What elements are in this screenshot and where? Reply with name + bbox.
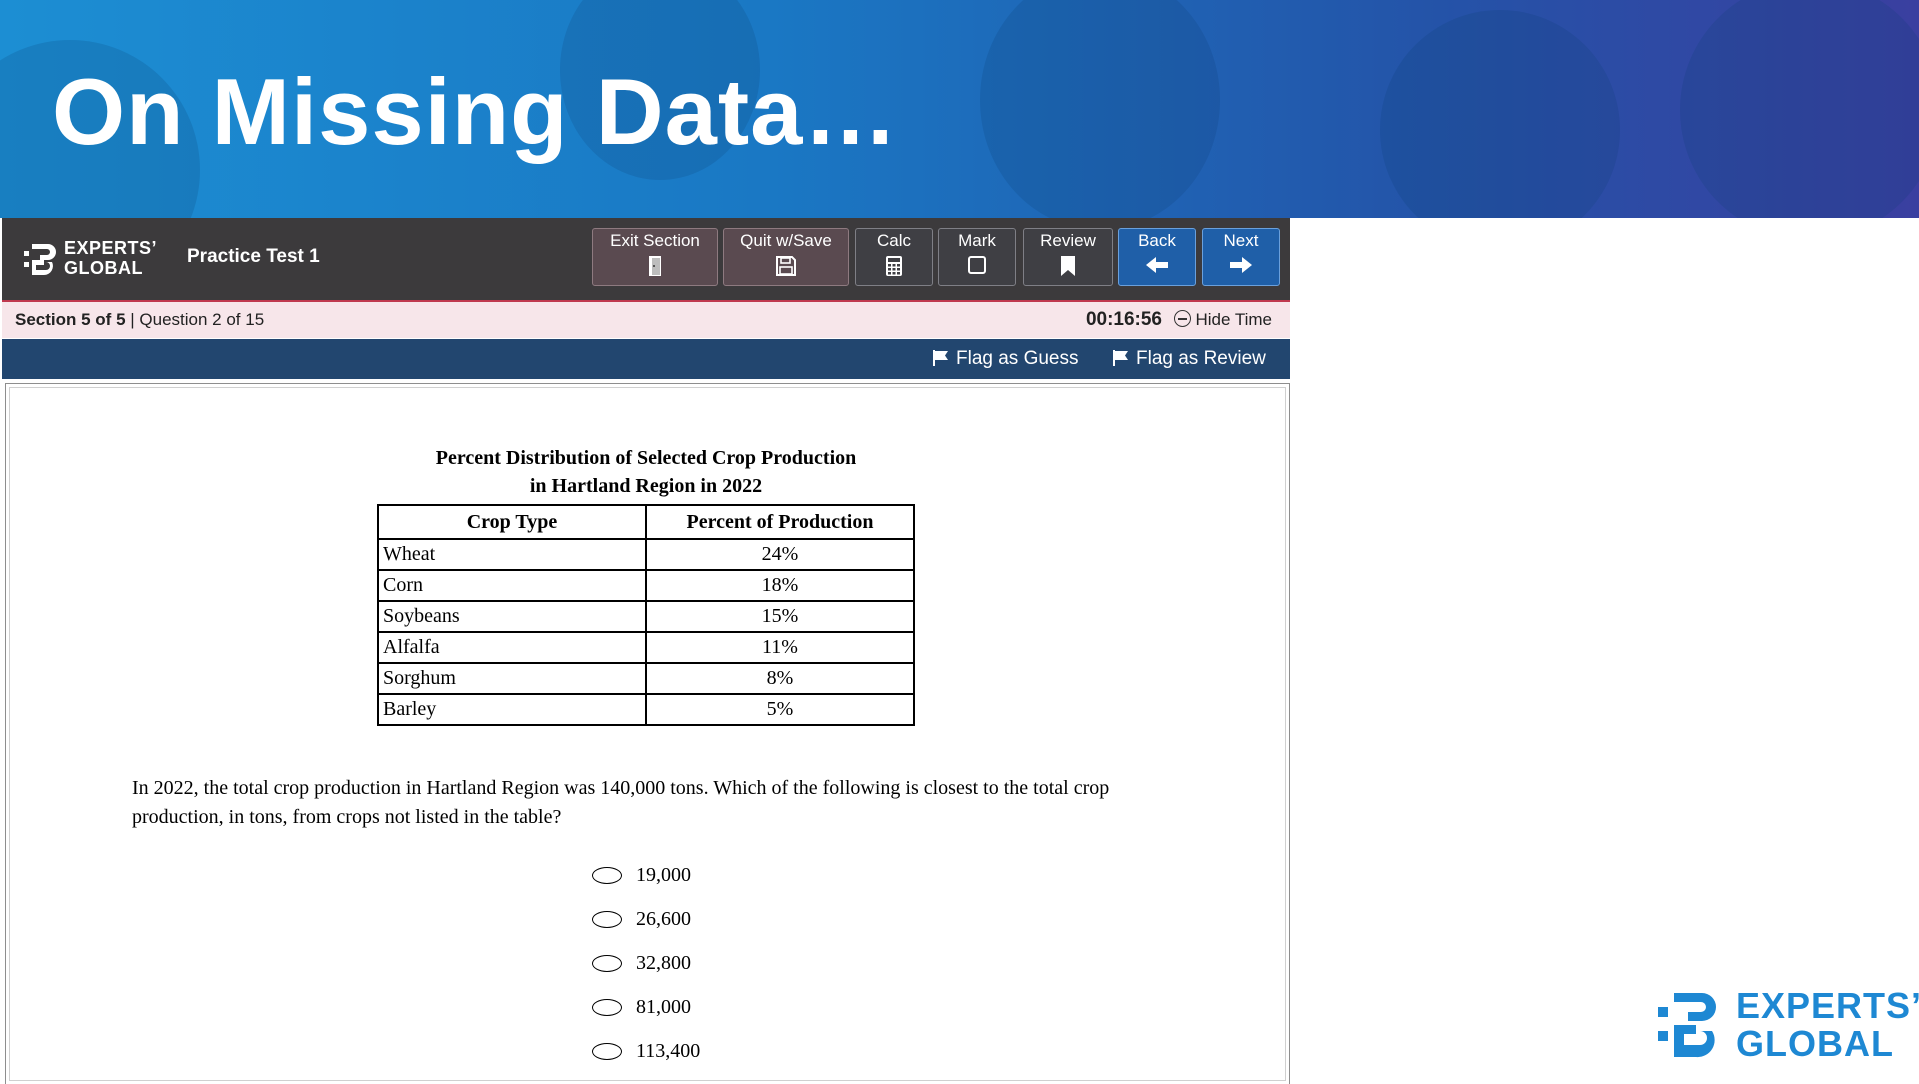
exit-section-label: Exit Section — [610, 231, 700, 250]
choice-label: 26,600 — [636, 908, 691, 930]
table-title-line1: Percent Distribution of Selected Crop Pr… — [435, 447, 857, 469]
info-bar: Section 5 of 5 | Question 2 of 15 00:16:… — [2, 302, 1290, 338]
hide-time-toggle[interactable]: Hide Time — [1174, 310, 1272, 330]
table-row: Wheat 24% — [377, 538, 915, 571]
next-button[interactable]: Next — [1202, 228, 1280, 286]
checkbox-icon — [968, 256, 986, 274]
table-title: Percent Distribution of Selected Crop Pr… — [306, 444, 986, 500]
logo-line1: EXPERTS’ — [64, 238, 158, 258]
brand-line2: GLOBAL — [1736, 1023, 1894, 1064]
arrow-right-icon — [1230, 257, 1252, 273]
flag-icon — [933, 350, 948, 366]
flag-bar: Flag as Guess Flag as Review — [2, 339, 1290, 379]
logo-line2: GLOBAL — [64, 258, 143, 278]
flag-as-guess-label: Flag as Guess — [956, 348, 1079, 369]
radio-oval-icon — [592, 867, 622, 884]
quit-save-button[interactable]: Quit w/Save — [723, 228, 849, 286]
table-row: Corn 18% — [377, 569, 915, 602]
review-label: Review — [1040, 231, 1096, 250]
crop-cell: Barley — [377, 693, 647, 726]
table-row: Sorghum 8% — [377, 662, 915, 695]
choice-label: 81,000 — [636, 996, 691, 1018]
table-header-crop-type: Crop Type — [377, 504, 647, 540]
back-button[interactable]: Back — [1118, 228, 1196, 286]
quit-save-label: Quit w/Save — [740, 231, 832, 250]
arrow-left-icon — [1146, 257, 1168, 273]
crop-cell: Wheat — [377, 538, 647, 571]
floppy-save-icon — [776, 256, 796, 276]
section-indicator: Section 5 of 5 — [15, 310, 126, 329]
percent-cell: 24% — [645, 538, 915, 571]
calc-button[interactable]: Calc — [855, 228, 933, 286]
flag-as-review-button[interactable]: Flag as Review — [1112, 348, 1266, 370]
logo-icon — [1658, 993, 1716, 1058]
test-app: EXPERTS’ GLOBAL Practice Test 1 Exit Sec… — [0, 218, 1290, 1084]
radio-oval-icon — [592, 911, 622, 928]
question-text: In 2022, the total crop production in Ha… — [132, 777, 1110, 828]
radio-oval-icon — [592, 1043, 622, 1060]
review-button[interactable]: Review — [1023, 228, 1113, 286]
back-label: Back — [1138, 231, 1176, 250]
banner: On Missing Data… — [0, 0, 1919, 218]
answer-choice-a[interactable]: 19,000 — [592, 861, 691, 889]
crop-table: Crop Type Percent of Production Wheat 24%… — [377, 504, 915, 726]
bookmark-icon — [1061, 256, 1075, 276]
next-label: Next — [1223, 231, 1259, 250]
info-separator: | — [125, 310, 140, 329]
percent-cell: 11% — [645, 631, 915, 664]
table-row: Alfalfa 11% — [377, 631, 915, 664]
percent-cell: 5% — [645, 693, 915, 726]
percent-cell: 15% — [645, 600, 915, 633]
calculator-icon — [886, 256, 902, 276]
exit-section-button[interactable]: Exit Section — [592, 228, 718, 286]
table-header-percent: Percent of Production — [645, 504, 915, 540]
brand-line1: EXPERTS’ — [1736, 985, 1919, 1026]
brand-logo: EXPERTS’ GLOBAL — [1656, 985, 1919, 1065]
hide-time-label: Hide Time — [1195, 310, 1272, 329]
experts-global-logo: EXPERTS’ GLOBAL — [22, 236, 157, 282]
table-title-line2: in Hartland Region in 2022 — [529, 475, 763, 497]
test-name: Practice Test 1 — [187, 246, 320, 267]
question-indicator: Question 2 of 15 — [139, 310, 265, 329]
calc-label: Calc — [876, 231, 911, 250]
toolbar: EXPERTS’ GLOBAL Practice Test 1 Exit Sec… — [2, 218, 1290, 302]
flag-icon — [1113, 350, 1128, 366]
crop-cell: Alfalfa — [377, 631, 647, 664]
table-row: Barley 5% — [377, 693, 915, 726]
answer-choice-b[interactable]: 26,600 — [592, 905, 691, 933]
answer-choice-d[interactable]: 81,000 — [592, 993, 691, 1021]
minus-circle-icon — [1174, 310, 1192, 327]
crop-cell: Corn — [377, 569, 647, 602]
choice-label: 32,800 — [636, 952, 691, 974]
door-icon — [649, 256, 661, 276]
flag-as-review-label: Flag as Review — [1136, 348, 1266, 369]
crop-cell: Soybeans — [377, 600, 647, 633]
mark-button[interactable]: Mark — [938, 228, 1016, 286]
flag-as-guess-button[interactable]: Flag as Guess — [932, 348, 1079, 370]
answer-choice-c[interactable]: 32,800 — [592, 949, 691, 977]
table-header-row: Crop Type Percent of Production — [377, 504, 915, 540]
choice-label: 113,400 — [636, 1040, 701, 1062]
radio-oval-icon — [592, 999, 622, 1016]
mark-label: Mark — [958, 231, 996, 250]
timer: 00:16:56 — [1085, 309, 1162, 330]
answer-choice-e[interactable]: 113,400 — [592, 1037, 700, 1065]
table-row: Soybeans 15% — [377, 600, 915, 633]
crop-cell: Sorghum — [377, 662, 647, 695]
percent-cell: 8% — [645, 662, 915, 695]
percent-cell: 18% — [645, 569, 915, 602]
radio-oval-icon — [592, 955, 622, 972]
question-panel: Percent Distribution of Selected Crop Pr… — [5, 383, 1290, 1084]
logo-icon — [24, 244, 56, 275]
choice-label: 19,000 — [636, 864, 691, 886]
banner-title: On Missing Data… — [52, 59, 899, 164]
